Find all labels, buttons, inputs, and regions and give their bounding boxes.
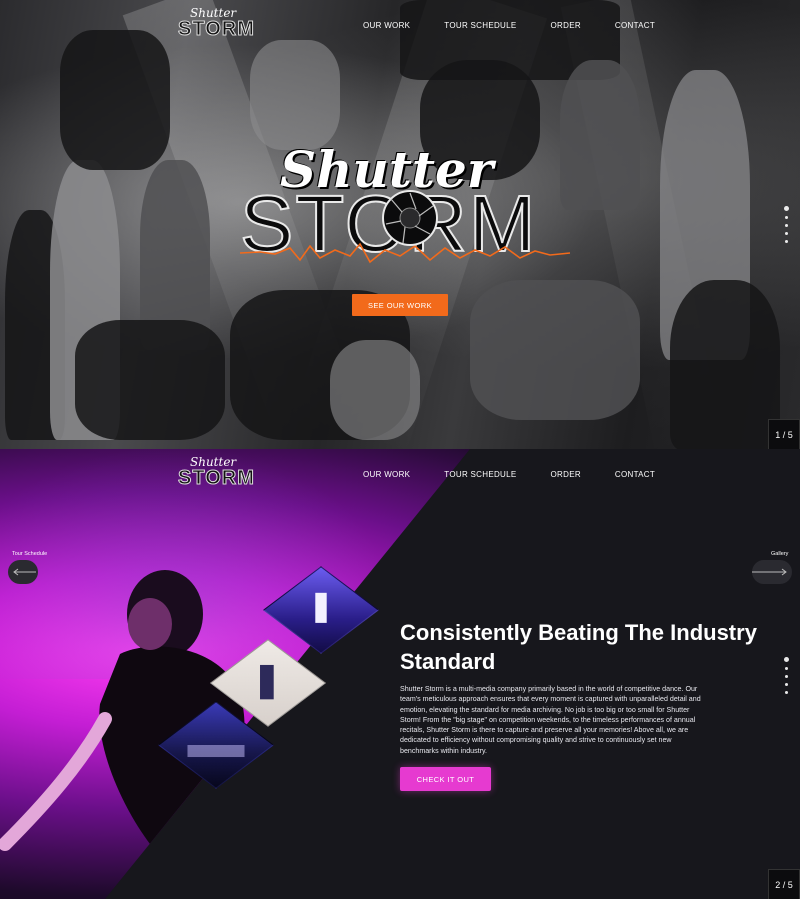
slide-dot-icon[interactable] bbox=[785, 691, 788, 694]
section-paragraph: Shutter Storm is a multi-media company p… bbox=[400, 685, 701, 755]
site-logo[interactable]: Shutter STORM bbox=[172, 455, 267, 495]
dancer-photo bbox=[470, 280, 640, 420]
dancer-photo bbox=[0, 570, 245, 899]
dancer-photo bbox=[670, 280, 780, 449]
nav-order[interactable]: ORDER bbox=[551, 470, 581, 479]
prev-section-label: Tour Schedule bbox=[12, 551, 48, 557]
nav-tour-schedule[interactable]: TOUR SCHEDULE bbox=[444, 470, 516, 479]
prev-section-button[interactable] bbox=[8, 560, 38, 584]
nav-contact[interactable]: CONTACT bbox=[615, 470, 655, 479]
arrow-right-icon bbox=[752, 568, 787, 576]
nav-contact[interactable]: CONTACT bbox=[615, 21, 655, 30]
slide-dot-icon[interactable] bbox=[785, 216, 788, 219]
section-headline: Consistently Beating The Industry Standa… bbox=[400, 620, 757, 674]
dancer-photo bbox=[75, 320, 225, 440]
arrow-left-icon bbox=[13, 568, 36, 576]
about-section: Tour Schedule Gallery Consistently Beati… bbox=[0, 449, 800, 899]
section-navigation: Shutter STORM OUR WORK TOUR SCHEDULE ORD… bbox=[0, 449, 800, 505]
next-section-label: Gallery bbox=[771, 551, 789, 557]
shutter-aperture-icon bbox=[382, 190, 438, 246]
nav-our-work[interactable]: OUR WORK bbox=[363, 470, 410, 479]
nav-order[interactable]: ORDER bbox=[551, 21, 581, 30]
check-it-out-button[interactable]: CHECK IT OUT bbox=[400, 767, 491, 791]
slide-dot-icon[interactable] bbox=[785, 683, 788, 686]
logo-storm-text: STORM bbox=[178, 18, 255, 41]
slide-dots bbox=[784, 206, 789, 248]
slide-dot-icon[interactable] bbox=[784, 206, 789, 211]
nav-our-work[interactable]: OUR WORK bbox=[363, 21, 410, 30]
dancer-photo bbox=[330, 340, 420, 440]
slide-dot-icon[interactable] bbox=[785, 667, 788, 670]
logo-storm-text: STORM bbox=[178, 467, 255, 490]
next-section-button[interactable] bbox=[752, 560, 792, 584]
main-menu: OUR WORK TOUR SCHEDULE ORDER CONTACT bbox=[363, 470, 655, 479]
slide-dots bbox=[784, 657, 789, 699]
top-navigation: Shutter STORM OUR WORK TOUR SCHEDULE ORD… bbox=[0, 0, 800, 56]
slide-pager: 2 / 5 bbox=[768, 869, 800, 899]
hero-section: Shutter STORM SEE OUR WORK 1 / 5 bbox=[0, 0, 800, 449]
slide-dot-icon[interactable] bbox=[785, 224, 788, 227]
site-logo[interactable]: Shutter STORM bbox=[172, 6, 267, 46]
slide-pager: 1 / 5 bbox=[768, 419, 800, 449]
slide-dot-icon[interactable] bbox=[785, 675, 788, 678]
nav-tour-schedule[interactable]: TOUR SCHEDULE bbox=[444, 21, 516, 30]
slide-dot-icon[interactable] bbox=[784, 657, 789, 662]
slide-dot-icon[interactable] bbox=[785, 232, 788, 235]
hero-logo: Shutter STORM bbox=[239, 140, 570, 280]
see-our-work-button[interactable]: SEE OUR WORK bbox=[352, 294, 448, 316]
dancer-photo bbox=[560, 60, 640, 210]
dancer-photo bbox=[250, 40, 340, 150]
slide-dot-icon[interactable] bbox=[785, 240, 788, 243]
main-menu: OUR WORK TOUR SCHEDULE ORDER CONTACT bbox=[363, 21, 655, 30]
